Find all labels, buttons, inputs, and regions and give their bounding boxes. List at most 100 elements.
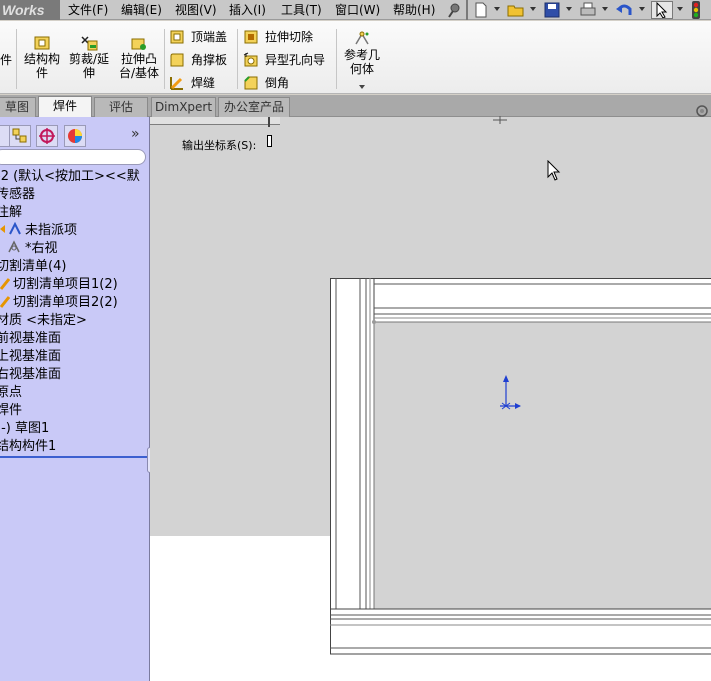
structural-member-label-2: 件 <box>35 66 48 80</box>
tree-item-origin[interactable]: 原点 <box>0 384 22 402</box>
tree-item-top-plane[interactable]: 上视基准面 <box>0 348 61 366</box>
truncated-ribbon-label[interactable]: 件 <box>0 51 12 68</box>
menu-help[interactable]: 帮助(H) <box>393 0 435 20</box>
trim-extend-button[interactable]: 剪裁/延 伸 <box>66 35 112 80</box>
tree-item-sensors[interactable]: 传感器 <box>0 186 35 204</box>
tree-item-label: 右视基准面 <box>0 367 62 382</box>
tree-filter-input[interactable] <box>0 149 146 165</box>
weld-bead-label: 焊缝 <box>191 76 216 90</box>
output-coordinate-label: 输出坐标系(S): <box>182 139 257 152</box>
mouse-cursor-icon <box>547 159 561 185</box>
tab-dimxpert[interactable]: DimXpert <box>151 97 216 117</box>
tab-evaluate[interactable]: 评估 <box>94 97 148 117</box>
extruded-cut-button[interactable]: 拉伸切除 <box>243 28 333 46</box>
traffic-light-icon[interactable] <box>690 1 702 19</box>
tree-item-sketch1[interactable]: (-) 草图1 <box>0 420 49 438</box>
tree-item-label: 结构构件1 <box>0 439 57 454</box>
pm-strip-marker <box>268 117 270 127</box>
tree-item-label: 材质 <未指定> <box>0 313 87 328</box>
chevron-down-icon[interactable] <box>494 7 500 11</box>
tab-weldments[interactable]: 焊件 <box>38 96 92 117</box>
tree-item-material[interactable]: 材质 <未指定> <box>0 312 87 330</box>
reference-geometry-button[interactable]: 参考几 何体 <box>340 31 384 76</box>
weld-bead-icon <box>170 77 183 90</box>
tab-sketch[interactable]: 草图 <box>0 97 36 117</box>
structural-member-button[interactable]: 结构构 件 <box>20 35 64 80</box>
property-manager-strip <box>150 117 280 125</box>
quick-access-divider <box>466 0 468 20</box>
display-manager-icon[interactable] <box>64 125 86 147</box>
print-icon[interactable] <box>579 1 597 19</box>
tree-item-front-plane[interactable]: 前视基准面 <box>0 330 61 348</box>
tree-item-right-plane[interactable]: 右视基准面 <box>0 366 61 384</box>
chevron-down-icon[interactable] <box>359 85 365 89</box>
command-manager-tabs: 草图 焊件 评估 DimXpert 办公室产品 <box>0 95 711 117</box>
chevron-down-icon[interactable] <box>639 7 645 11</box>
chevron-down-icon[interactable] <box>677 7 683 11</box>
tree-item-cut-list-item-1[interactable]: 切割清单项目1(2) <box>0 276 118 294</box>
structural-member-label-1: 结构构 <box>23 52 60 66</box>
origin-axis-icon <box>498 373 524 416</box>
ribbon-divider <box>237 29 238 89</box>
hole-wizard-label: 异型孔向导 <box>265 53 326 67</box>
tab-office-products[interactable]: 办公室产品 <box>218 97 290 117</box>
chamfer-button[interactable]: 倒角 <box>243 74 333 92</box>
menu-bar: Works 文件(F) 编辑(E) 视图(V) 插入(I) 工具(T) 窗口(W… <box>0 0 711 20</box>
ribbon-divider <box>16 29 17 89</box>
tree-item-structural-member1[interactable]: 结构构件1 <box>0 438 56 456</box>
gusset-button[interactable]: 角撑板 <box>169 51 235 69</box>
hole-wizard-button[interactable]: 异型孔向导 <box>243 51 333 69</box>
weldment-frame-model[interactable] <box>330 278 711 655</box>
end-cap-icon <box>170 30 184 44</box>
rollback-bar[interactable] <box>0 456 148 458</box>
tree-item-right-view-annotation[interactable]: *右视 <box>6 240 58 258</box>
ribbon-divider <box>164 29 165 89</box>
tree-root-part[interactable]: -2 (默认<按加工><<默 <box>0 168 140 186</box>
menu-window[interactable]: 窗口(W) <box>335 0 380 20</box>
tree-item-label: (-) 草图1 <box>0 421 50 436</box>
cut-list-item-icon <box>0 296 10 308</box>
menu-insert[interactable]: 插入(I) <box>229 0 266 20</box>
select-arrow-icon[interactable] <box>651 1 673 19</box>
tree-item-annotations[interactable]: 注解 <box>0 204 22 222</box>
open-folder-icon[interactable] <box>507 1 525 19</box>
view-orientation-icon[interactable] <box>694 103 711 124</box>
panel-toolbar: » <box>0 123 150 149</box>
menu-file[interactable]: 文件(F) <box>68 0 108 20</box>
tree-root-label: -2 (默认<按加工><<默 <box>0 169 140 184</box>
weld-bead-button[interactable]: 焊缝 <box>169 74 235 92</box>
output-coordinate-field[interactable] <box>267 135 272 147</box>
end-cap-label: 顶端盖 <box>191 30 228 44</box>
new-document-icon[interactable] <box>472 1 490 19</box>
property-manager-icon[interactable] <box>9 125 31 147</box>
tree-item-unassigned[interactable]: 未指派项 <box>0 222 77 240</box>
extruded-cut-icon <box>244 30 258 44</box>
tree-item-label: 注解 <box>0 205 23 220</box>
undo-icon[interactable] <box>615 1 633 19</box>
app-logo: Works <box>0 0 60 20</box>
tree-item-cut-list[interactable]: 切割清单(4) <box>0 258 66 276</box>
save-icon[interactable] <box>543 1 561 19</box>
chevron-down-icon[interactable] <box>566 7 572 11</box>
configuration-manager-icon[interactable] <box>36 125 58 147</box>
reference-geometry-label-2: 何体 <box>349 62 374 76</box>
structural-member-icon <box>34 36 50 50</box>
tree-item-cut-list-item-2[interactable]: 切割清单项目2(2) <box>0 294 118 312</box>
chevron-down-icon[interactable] <box>530 7 536 11</box>
extruded-boss-icon <box>131 38 146 50</box>
menu-tools[interactable]: 工具(T) <box>281 0 322 20</box>
graphics-area[interactable]: 输出坐标系(S): <box>150 105 711 681</box>
extruded-boss-button[interactable]: 拉伸凸 台/基体 <box>116 35 162 80</box>
chamfer-label: 倒角 <box>265 76 290 90</box>
tree-item-label: 传感器 <box>0 187 36 202</box>
tree-item-label: 上视基准面 <box>0 349 62 364</box>
tree-item-weldment[interactable]: 焊件 <box>0 402 22 420</box>
chevron-down-icon[interactable] <box>602 7 608 11</box>
expand-panel-icon[interactable]: » <box>131 126 140 142</box>
end-cap-button[interactable]: 顶端盖 <box>169 28 235 46</box>
pin-icon[interactable] <box>447 2 461 18</box>
tree-item-label: *右视 <box>25 241 58 256</box>
menu-view[interactable]: 视图(V) <box>175 0 217 20</box>
tree-item-label: 原点 <box>0 385 23 400</box>
menu-edit[interactable]: 编辑(E) <box>121 0 162 20</box>
